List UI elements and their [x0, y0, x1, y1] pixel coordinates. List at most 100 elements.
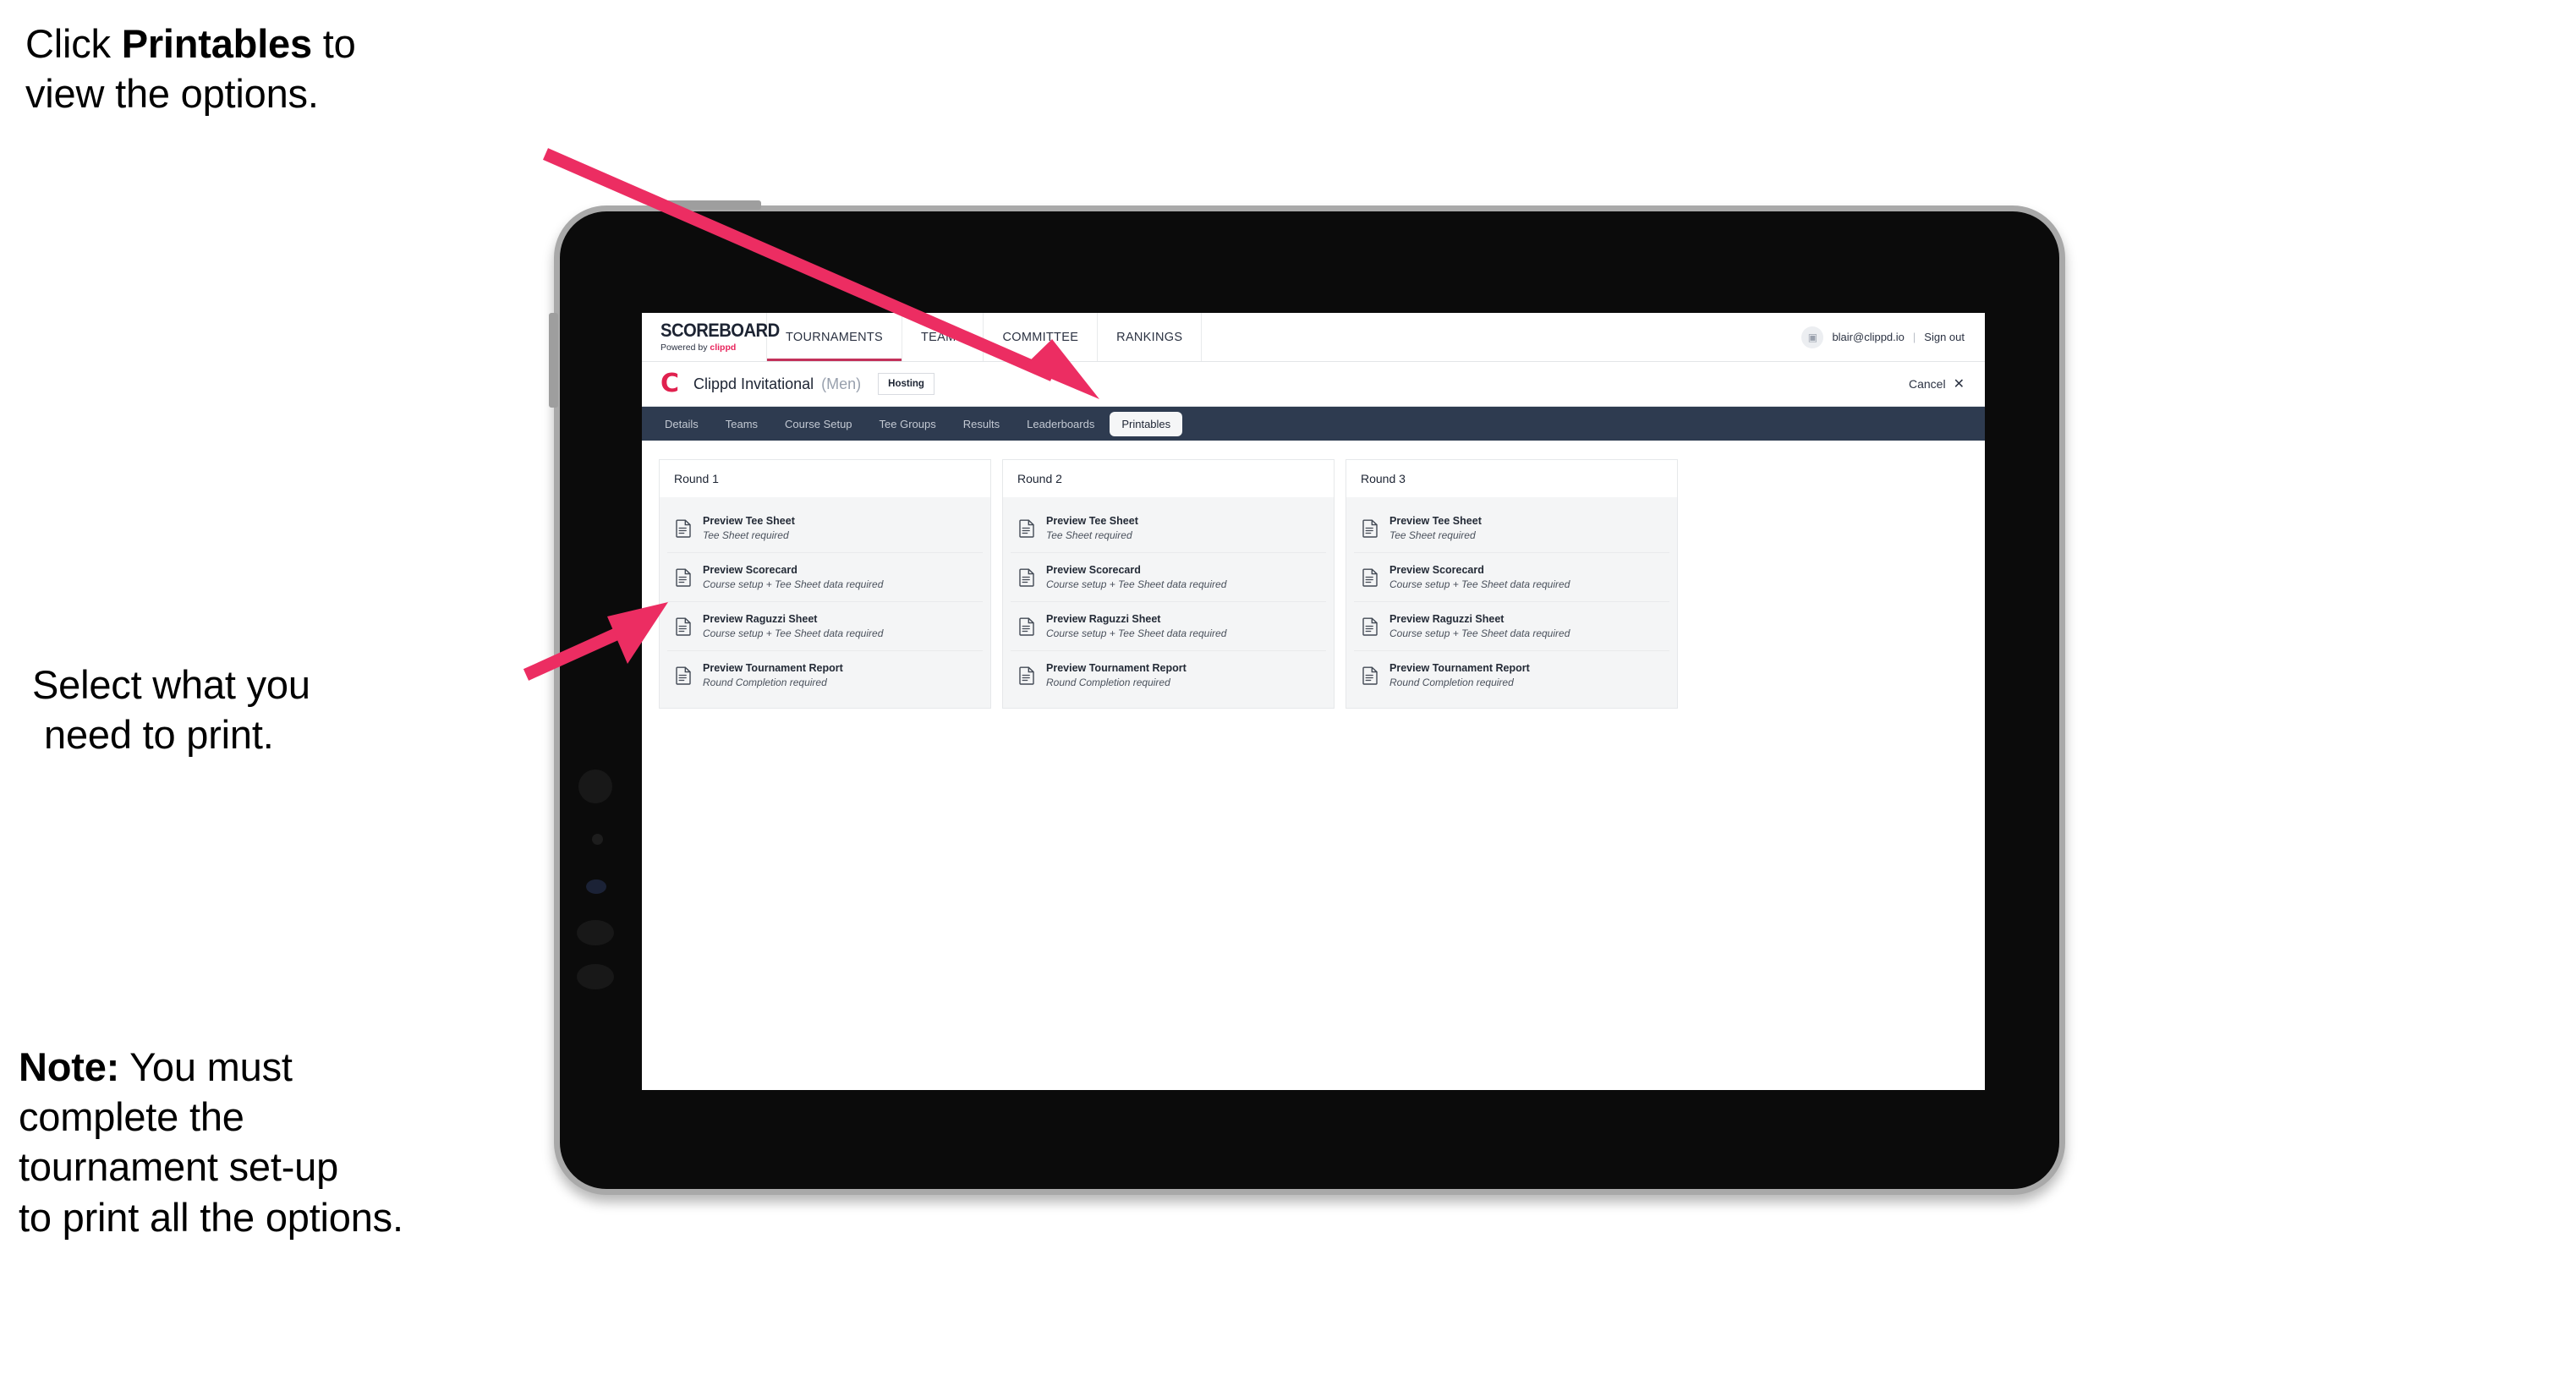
document-icon: [1362, 568, 1378, 587]
printables-content: Round 1 Preview Tee Sheet Tee Sheet requ…: [642, 441, 1985, 709]
printable-item[interactable]: Preview Tee Sheet Tee Sheet required: [1354, 504, 1669, 554]
printable-item[interactable]: Preview Scorecard Course setup + Tee She…: [667, 553, 983, 603]
tournament-name: Clippd Invitational: [693, 375, 814, 392]
tab-teams[interactable]: Teams: [714, 412, 770, 436]
document-icon: [1019, 666, 1034, 685]
printable-item[interactable]: Preview Tournament Report Round Completi…: [1354, 651, 1669, 699]
printable-item[interactable]: Preview Scorecard Course setup + Tee She…: [1354, 553, 1669, 603]
round-card: Round 2 Preview Tee Sheet Tee Sheet requ…: [1002, 459, 1335, 709]
printable-subtitle: Course setup + Tee Sheet data required: [1389, 578, 1570, 590]
document-icon: [676, 666, 691, 685]
printable-text: Preview Tournament Report Round Completi…: [703, 661, 843, 689]
app-screen: SCOREBOARD Powered by clippd TOURNAMENTS…: [642, 313, 1985, 1090]
document-icon: [1019, 617, 1034, 636]
screenshot-root: Click Printables to view the options. Se…: [0, 0, 2576, 1386]
printable-text: Preview Scorecard Course setup + Tee She…: [1046, 563, 1226, 591]
annotation-note-line3: tournament set-up: [19, 1144, 339, 1190]
clippd-logo-icon: C: [660, 369, 680, 398]
printable-title: Preview Tournament Report: [703, 662, 843, 675]
printable-subtitle: Tee Sheet required: [1046, 529, 1132, 541]
annotation-note-rest: You must: [119, 1044, 293, 1089]
annotation-top-bold: Printables: [121, 21, 312, 66]
tab-label: Tee Groups: [879, 417, 936, 430]
annotation-note-line4: to print all the options.: [19, 1194, 403, 1240]
printable-title: Preview Tee Sheet: [703, 515, 795, 527]
printable-subtitle: Round Completion required: [1046, 677, 1170, 689]
printable-title: Preview Raguzzi Sheet: [1389, 613, 1504, 626]
user-account-area: ▣ blair@clippd.io | Sign out: [1801, 313, 1985, 361]
cancel-button[interactable]: Cancel ✕: [1909, 375, 1965, 392]
tab-label: Teams: [725, 417, 759, 430]
annotation-note-bold: Note:: [19, 1044, 120, 1089]
document-icon: [1362, 666, 1378, 685]
sensor-dot-icon: [592, 834, 603, 845]
round-card: Round 1 Preview Tee Sheet Tee Sheet requ…: [659, 459, 991, 709]
printable-text: Preview Raguzzi Sheet Course setup + Tee…: [703, 612, 883, 640]
printable-text: Preview Tournament Report Round Completi…: [1389, 661, 1530, 689]
document-icon: [1362, 617, 1378, 636]
printable-subtitle: Tee Sheet required: [1389, 529, 1476, 541]
nav-item-tournaments[interactable]: TOURNAMENTS: [767, 313, 903, 361]
printable-text: Preview Raguzzi Sheet Course setup + Tee…: [1046, 612, 1226, 640]
document-icon: [676, 519, 691, 538]
printable-item[interactable]: Preview Raguzzi Sheet Course setup + Tee…: [1011, 602, 1326, 652]
tab-label: Printables: [1121, 417, 1171, 430]
printable-text: Preview Raguzzi Sheet Course setup + Tee…: [1389, 612, 1570, 640]
avatar-glyph: ▣: [1807, 331, 1818, 343]
printable-item[interactable]: Preview Scorecard Course setup + Tee She…: [1011, 553, 1326, 603]
user-email: blair@clippd.io: [1832, 331, 1905, 343]
avatar[interactable]: ▣: [1801, 326, 1824, 348]
nav-item-committee[interactable]: COMMITTEE: [984, 313, 1099, 361]
printable-title: Preview Tee Sheet: [1389, 515, 1482, 527]
annotation-select-print: Select what you need to print.: [32, 660, 540, 759]
power-button[interactable]: [661, 200, 761, 210]
printable-title: Preview Tee Sheet: [1046, 515, 1138, 527]
speaker-port-icon: [577, 920, 614, 945]
close-icon: ✕: [1953, 377, 1965, 392]
printable-item[interactable]: Preview Tournament Report Round Completi…: [1011, 651, 1326, 699]
document-icon: [1019, 519, 1034, 538]
printable-title: Preview Scorecard: [703, 564, 797, 577]
tab-printables[interactable]: Printables: [1110, 411, 1183, 436]
global-header: SCOREBOARD Powered by clippd TOURNAMENTS…: [642, 313, 1985, 362]
printable-subtitle: Course setup + Tee Sheet data required: [703, 578, 884, 590]
nav-item-teams[interactable]: TEAMS: [902, 313, 984, 361]
document-icon: [1362, 519, 1378, 538]
annotation-note-line2: complete the: [19, 1094, 244, 1140]
annotation-click-printables: Click Printables to view the options.: [25, 19, 584, 118]
printable-item[interactable]: Preview Tee Sheet Tee Sheet required: [1011, 504, 1326, 554]
nav-item-rankings[interactable]: RANKINGS: [1098, 313, 1203, 361]
printable-text: Preview Tee Sheet Tee Sheet required: [703, 514, 795, 542]
round-card: Round 3 Preview Tee Sheet Tee Sheet requ…: [1346, 459, 1678, 709]
tab-course-setup[interactable]: Course Setup: [773, 412, 864, 436]
sign-out-link[interactable]: Sign out: [1924, 331, 1965, 343]
printable-item[interactable]: Preview Tee Sheet Tee Sheet required: [667, 504, 983, 554]
tab-leaderboards[interactable]: Leaderboards: [1015, 412, 1106, 436]
cancel-label: Cancel: [1909, 377, 1946, 391]
printable-title: Preview Raguzzi Sheet: [1046, 613, 1161, 626]
printable-title: Preview Raguzzi Sheet: [703, 613, 818, 626]
printable-text: Preview Scorecard Course setup + Tee She…: [1389, 563, 1570, 591]
nav-label: TEAMS: [921, 330, 965, 344]
tab-details[interactable]: Details: [653, 412, 710, 436]
round-title: Round 3: [1346, 460, 1677, 497]
scoreboard-logo[interactable]: SCOREBOARD Powered by clippd: [642, 313, 780, 361]
printable-title: Preview Tournament Report: [1389, 662, 1530, 675]
tab-tee-groups[interactable]: Tee Groups: [868, 412, 948, 436]
printable-subtitle: Course setup + Tee Sheet data required: [1046, 578, 1227, 590]
printable-text: Preview Tee Sheet Tee Sheet required: [1389, 514, 1482, 542]
brand-title: SCOREBOARD: [660, 320, 780, 341]
indicator-light-icon: [586, 879, 606, 894]
printable-item[interactable]: Preview Raguzzi Sheet Course setup + Tee…: [667, 602, 983, 652]
volume-button[interactable]: [549, 313, 558, 408]
tab-label: Details: [665, 417, 699, 430]
printable-title: Preview Tournament Report: [1046, 662, 1187, 675]
brand-sub-prefix: Powered by: [660, 342, 710, 353]
annotation-top-post: to: [311, 21, 356, 66]
printable-item[interactable]: Preview Tournament Report Round Completi…: [667, 651, 983, 699]
document-icon: [676, 617, 691, 636]
tab-results[interactable]: Results: [951, 412, 1011, 436]
brand-sub-clippd: clippd: [710, 342, 737, 353]
printable-item[interactable]: Preview Raguzzi Sheet Course setup + Tee…: [1354, 602, 1669, 652]
brand-subtitle: Powered by clippd: [660, 342, 766, 353]
